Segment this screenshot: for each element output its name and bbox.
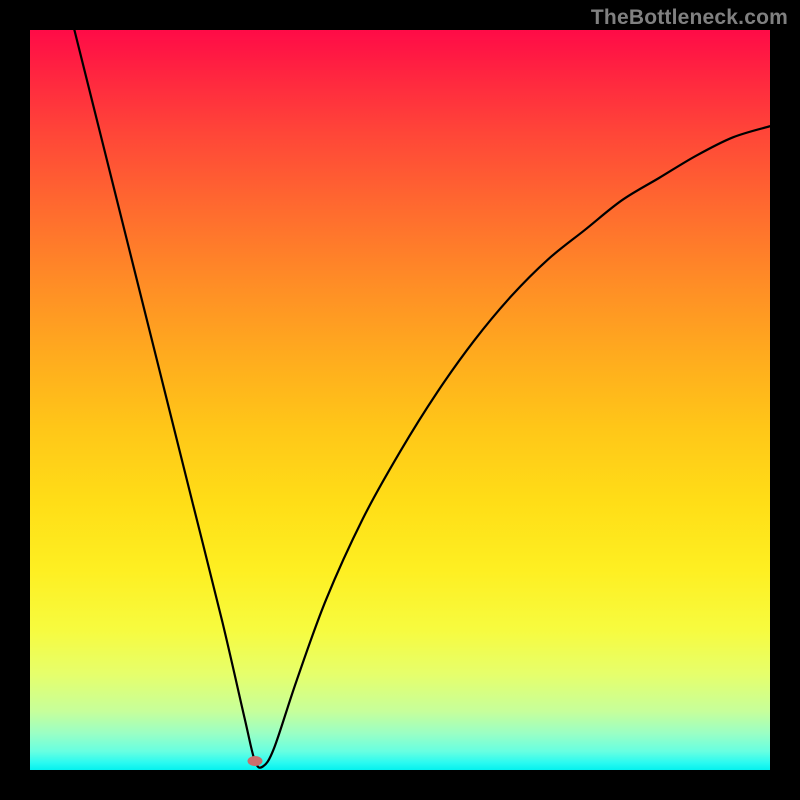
plot-area xyxy=(30,30,770,770)
bottleneck-curve xyxy=(74,30,770,768)
chart-container: TheBottleneck.com xyxy=(0,0,800,800)
optimal-marker xyxy=(247,756,262,766)
curve-svg xyxy=(30,30,770,770)
watermark-text: TheBottleneck.com xyxy=(591,6,788,30)
